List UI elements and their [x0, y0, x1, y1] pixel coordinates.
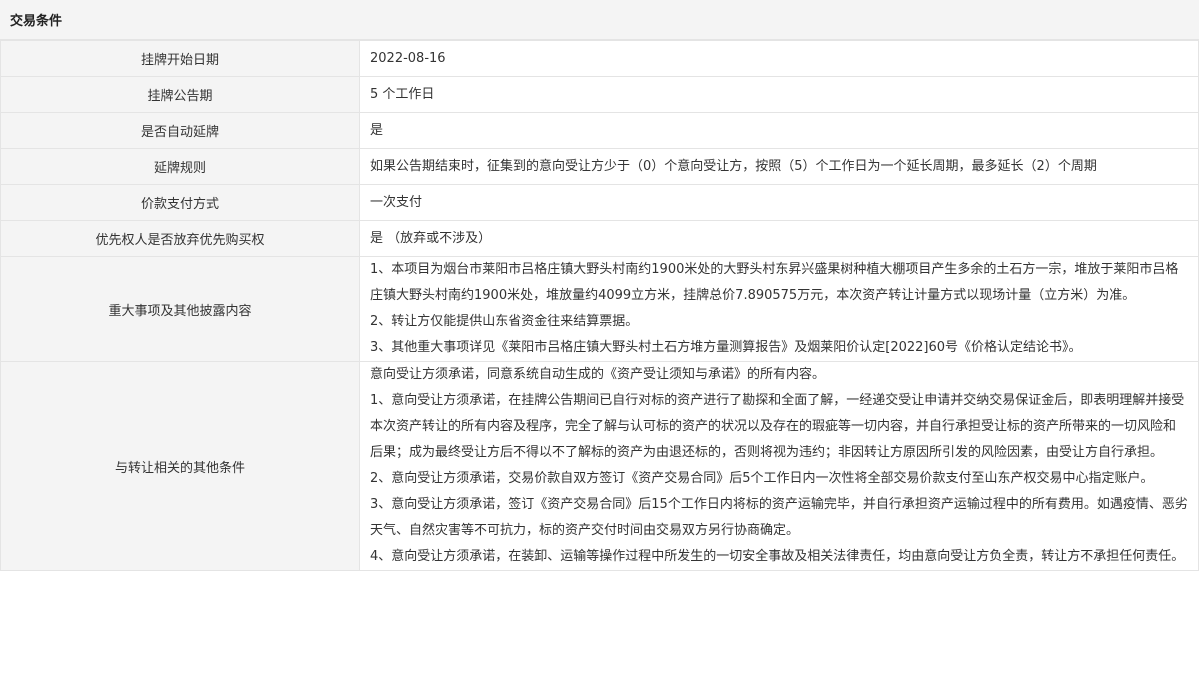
row-label-preemptive-right: 优先权人是否放弃优先购买权 [0, 220, 360, 257]
table-row: 挂牌开始日期 2022-08-16 [0, 40, 1199, 77]
row-value-announcement-period: 5 个工作日 [359, 76, 1199, 113]
row-label-announcement-period: 挂牌公告期 [0, 76, 360, 113]
table-row: 挂牌公告期 5 个工作日 [0, 76, 1199, 113]
row-label-auto-extension: 是否自动延牌 [0, 112, 360, 149]
table-row: 价款支付方式 一次支付 [0, 184, 1199, 221]
other-conditions-paragraph: 2、意向受让方须承诺，交易价款自双方签订《资产交易合同》后5个工作日内一次性将全… [370, 471, 1154, 486]
other-conditions-paragraph: 4、意向受让方须承诺，在装卸、运输等操作过程中所发生的一切安全事故及相关法律责任… [370, 549, 1185, 564]
transaction-conditions-table: 挂牌开始日期 2022-08-16 挂牌公告期 5 个工作日 是否自动延牌 是 … [0, 40, 1199, 571]
row-value-preemptive-right: 是 （放弃或不涉及） [359, 220, 1199, 257]
row-value-major-matters: 1、本项目为烟台市莱阳市吕格庄镇大野头村南约1900米处的大野头村东昇兴盛果树种… [359, 256, 1199, 362]
major-matters-paragraph: 3、其他重大事项详见《莱阳市吕格庄镇大野头村土石方堆方量测算报告》及烟莱阳价认定… [370, 340, 1082, 355]
row-label-payment-method: 价款支付方式 [0, 184, 360, 221]
row-label-other-conditions: 与转让相关的其他条件 [0, 361, 360, 571]
row-value-auto-extension: 是 [359, 112, 1199, 149]
table-row: 是否自动延牌 是 [0, 112, 1199, 149]
row-label-extension-rule: 延牌规则 [0, 148, 360, 185]
table-row: 延牌规则 如果公告期结束时，征集到的意向受让方少于（0）个意向受让方，按照（5）… [0, 148, 1199, 185]
row-value-other-conditions: 意向受让方须承诺，同意系统自动生成的《资产受让须知与承诺》的所有内容。 1、意向… [359, 361, 1199, 571]
row-label-major-matters: 重大事项及其他披露内容 [0, 256, 360, 362]
major-matters-paragraph: 1、本项目为烟台市莱阳市吕格庄镇大野头村南约1900米处的大野头村东昇兴盛果树种… [370, 262, 1179, 303]
table-row: 优先权人是否放弃优先购买权 是 （放弃或不涉及） [0, 220, 1199, 257]
row-value-extension-rule: 如果公告期结束时，征集到的意向受让方少于（0）个意向受让方，按照（5）个工作日为… [359, 148, 1199, 185]
other-conditions-paragraph: 3、意向受让方须承诺，签订《资产交易合同》后15个工作日内将标的资产运输完毕，并… [370, 497, 1188, 538]
table-row: 与转让相关的其他条件 意向受让方须承诺，同意系统自动生成的《资产受让须知与承诺》… [0, 361, 1199, 571]
row-value-listing-start-date: 2022-08-16 [359, 40, 1199, 77]
row-value-payment-method: 一次支付 [359, 184, 1199, 221]
major-matters-paragraph: 2、转让方仅能提供山东省资金往来结算票据。 [370, 314, 639, 329]
table-row: 重大事项及其他披露内容 1、本项目为烟台市莱阳市吕格庄镇大野头村南约1900米处… [0, 256, 1199, 362]
other-conditions-paragraph: 意向受让方须承诺，同意系统自动生成的《资产受让须知与承诺》的所有内容。 [370, 367, 826, 382]
section-title: 交易条件 [0, 0, 1199, 40]
row-label-listing-start-date: 挂牌开始日期 [0, 40, 360, 77]
other-conditions-paragraph: 1、意向受让方须承诺，在挂牌公告期间已自行对标的资产进行了勘探和全面了解，一经递… [370, 393, 1185, 460]
